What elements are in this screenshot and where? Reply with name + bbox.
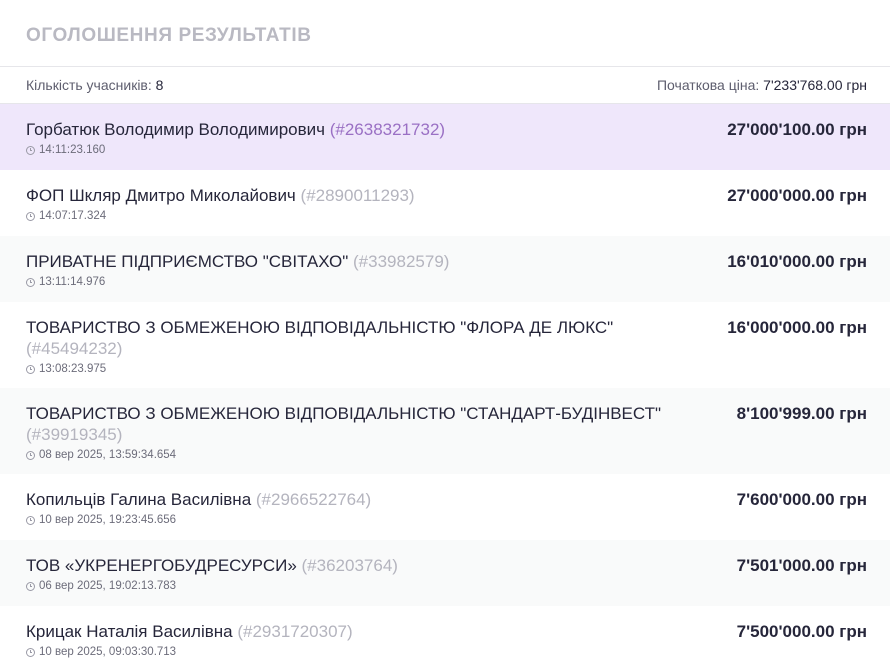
bid-time: 14:11:23.160 [26,144,687,156]
bidder-name: ФОП Шкляр Дмитро Миколайович [26,186,296,205]
bid-time-value: 14:07:17.324 [39,210,107,222]
bidder-name-wrap: ТОВАРИСТВО З ОБМЕЖЕНОЮ ВІДПОВІДАЛЬНІСТЮ … [26,317,687,359]
clock-icon [26,515,35,525]
bid-time: 14:07:17.324 [26,210,687,222]
bidder-name-wrap: ТОВАРИСТВО З ОБМЕЖЕНОЮ ВІДПОВІДАЛЬНІСТЮ … [26,403,697,445]
bidder-name-wrap: ФОП Шкляр Дмитро Миколайович (#289001129… [26,185,687,206]
bid-price: 7'600'000.00 грн [736,490,867,509]
bid-time: 08 вер 2025, 13:59:34.654 [26,449,697,461]
bidder-name: ТОВАРИСТВО З ОБМЕЖЕНОЮ ВІДПОВІДАЛЬНІСТЮ … [26,404,662,423]
start-price: Початкова ціна: 7'233'768.00 грн [657,77,867,93]
clock-icon [26,450,35,460]
bidder-id: (#2966522764) [255,490,372,509]
page-title: ОГОЛОШЕННЯ РЕЗУЛЬТАТІВ [26,25,312,46]
bidder-name: ТОВ «УКРЕНЕРГОБУДРЕСУРСИ» [26,556,297,575]
bidder-name-wrap: ПРИВАТНЕ ПІДПРИЄМСТВО "СВІТАХО" (#339825… [26,251,687,272]
bid-row: ТОВ «УКРЕНЕРГОБУДРЕСУРСИ» (#36203764) 06… [0,540,890,606]
clock-icon [26,211,35,221]
bidder-name: ПРИВАТНЕ ПІДПРИЄМСТВО "СВІТАХО" [26,252,349,271]
results-header: ОГОЛОШЕННЯ РЕЗУЛЬТАТІВ [0,0,890,67]
auction-summary: Кількість учасників: 8 Початкова ціна: 7… [0,67,890,104]
participants-label: Кількість учасників: [26,77,152,93]
bid-time-value: 08 вер 2025, 13:59:34.654 [39,449,177,461]
bid-time-value: 14:11:23.160 [39,144,106,156]
bid-time: 10 вер 2025, 09:03:30.713 [26,646,697,658]
bidder-name: Копильців Галина Василівна [26,490,252,509]
clock-icon [26,581,35,591]
bid-time: 13:11:14.976 [26,276,687,288]
bidder-id: (#2931720307) [237,622,353,641]
bid-price: 27'000'100.00 грн [727,120,867,139]
clock-icon [26,277,35,287]
bid-price: 8'100'999.00 грн [736,404,867,423]
bidder-name-wrap: Копильців Галина Василівна (#2966522764) [26,489,697,510]
bid-time-value: 13:08:23.975 [39,363,107,375]
bid-time: 13:08:23.975 [26,363,687,375]
clock-icon [26,145,35,155]
bidder-id: (#45494232) [26,339,123,358]
bid-row: ТОВАРИСТВО З ОБМЕЖЕНОЮ ВІДПОВІДАЛЬНІСТЮ … [0,388,890,474]
bid-time-value: 10 вер 2025, 19:23:45.656 [39,514,177,526]
bidder-name-wrap: Крицак Наталія Василівна (#2931720307) [26,621,697,642]
bid-time-value: 06 вер 2025, 19:02:13.783 [39,580,177,592]
bid-row: Горбатюк Володимир Володимирович (#26383… [0,104,890,170]
bid-time-value: 13:11:14.976 [39,276,106,288]
bidder-id: (#36203764) [301,556,398,575]
bid-price: 16'000'000.00 грн [727,318,867,337]
bid-price: 7'500'000.00 грн [736,622,867,641]
bid-row: Копильців Галина Василівна (#2966522764)… [0,474,890,540]
bid-time: 10 вер 2025, 19:23:45.656 [26,514,697,526]
bid-row: Крицак Наталія Василівна (#2931720307) 1… [0,606,890,672]
bid-price: 27'000'000.00 грн [727,186,867,205]
participants-value: 8 [155,77,164,93]
bidder-id: (#33982579) [353,252,450,271]
bid-row: ПРИВАТНЕ ПІДПРИЄМСТВО "СВІТАХО" (#339825… [0,236,890,302]
bid-row: ФОП Шкляр Дмитро Миколайович (#289001129… [0,170,890,236]
participants-count: Кількість учасників: 8 [26,77,163,93]
start-price-label: Початкова ціна: [656,77,760,93]
clock-icon [26,647,35,657]
bids-list: Горбатюк Володимир Володимирович (#26383… [0,104,890,672]
bidder-id: (#2638321732) [329,120,446,139]
bid-time: 06 вер 2025, 19:02:13.783 [26,580,697,592]
bidder-id: (#39919345) [26,425,123,444]
bidder-name-wrap: ТОВ «УКРЕНЕРГОБУДРЕСУРСИ» (#36203764) [26,555,697,576]
bidder-name: Горбатюк Володимир Володимирович [26,120,325,139]
clock-icon [26,364,35,374]
start-price-value: 7'233'768.00 грн [763,77,867,93]
bid-time-value: 10 вер 2025, 09:03:30.713 [39,646,177,658]
bid-price: 7'501'000.00 грн [736,556,867,575]
bidder-name: Крицак Наталія Василівна [26,622,233,641]
bid-row: ТОВАРИСТВО З ОБМЕЖЕНОЮ ВІДПОВІДАЛЬНІСТЮ … [0,302,890,388]
bidder-id: (#2890011293) [300,186,415,205]
bid-price: 16'010'000.00 грн [727,252,867,271]
bidder-name-wrap: Горбатюк Володимир Володимирович (#26383… [26,119,687,140]
bidder-name: ТОВАРИСТВО З ОБМЕЖЕНОЮ ВІДПОВІДАЛЬНІСТЮ … [26,318,614,337]
